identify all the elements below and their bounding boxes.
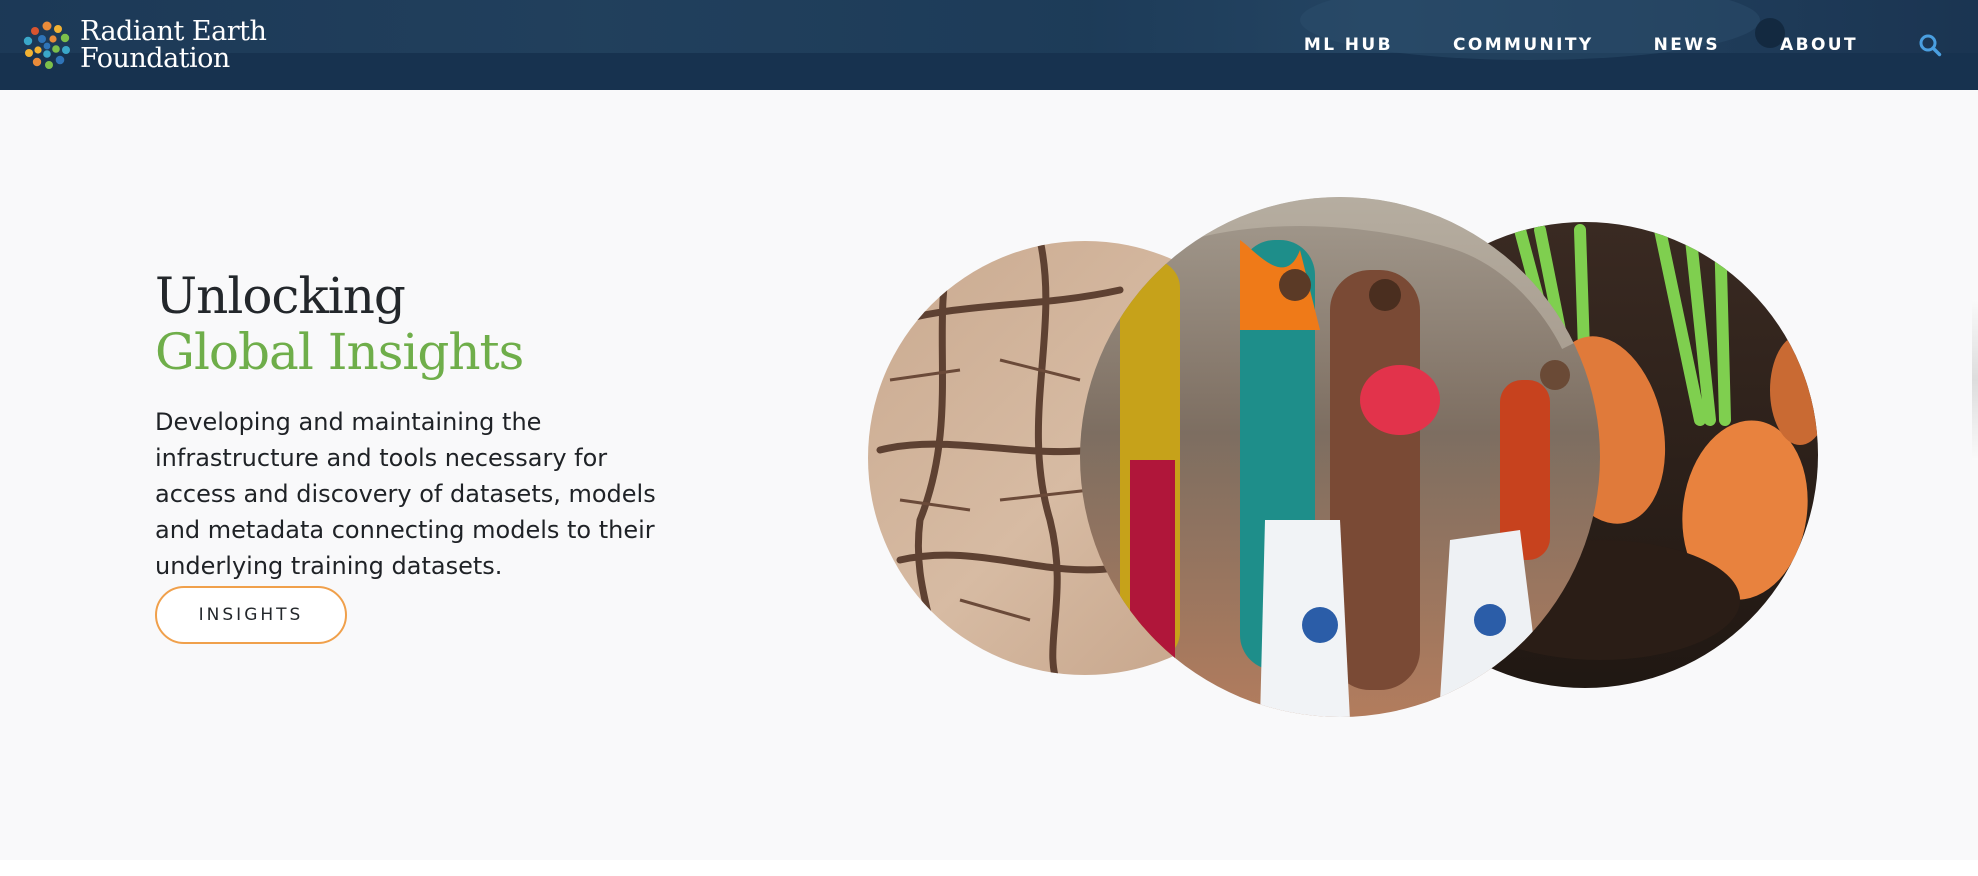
logo-mark-icon <box>23 21 70 69</box>
logo-text-line2: Foundation <box>80 43 230 74</box>
site-header: Radiant Earth Foundation ML HUB COMMUNIT… <box>0 0 1978 90</box>
search-icon[interactable] <box>1918 33 1942 57</box>
logo-text: Radiant Earth Foundation <box>80 16 267 74</box>
scroll-edge <box>1972 300 1978 460</box>
hero-title-line2: Global Insights <box>155 323 524 381</box>
carrots-image <box>1352 222 1818 688</box>
logo[interactable]: Radiant Earth Foundation <box>22 16 267 74</box>
nav-item-community[interactable]: COMMUNITY <box>1453 35 1594 55</box>
nav-item-about[interactable]: ABOUT <box>1780 35 1858 55</box>
nav-item-ml-hub[interactable]: ML HUB <box>1304 35 1393 55</box>
main-nav: ML HUB COMMUNITY NEWS ABOUT <box>1304 0 1978 90</box>
hero-title-line1: Unlocking <box>155 267 406 325</box>
insights-button[interactable]: INSIGHTS <box>155 586 347 644</box>
hero-title: Unlocking Global Insights <box>155 267 524 381</box>
logo-text-line1: Radiant Earth <box>80 16 267 47</box>
hero-description: Developing and maintaining the infrastru… <box>155 408 656 580</box>
nav-item-news[interactable]: NEWS <box>1654 35 1720 55</box>
community-people-image <box>1080 197 1600 717</box>
bottom-edge <box>0 860 1978 876</box>
cracked-earth-image <box>868 241 1302 675</box>
